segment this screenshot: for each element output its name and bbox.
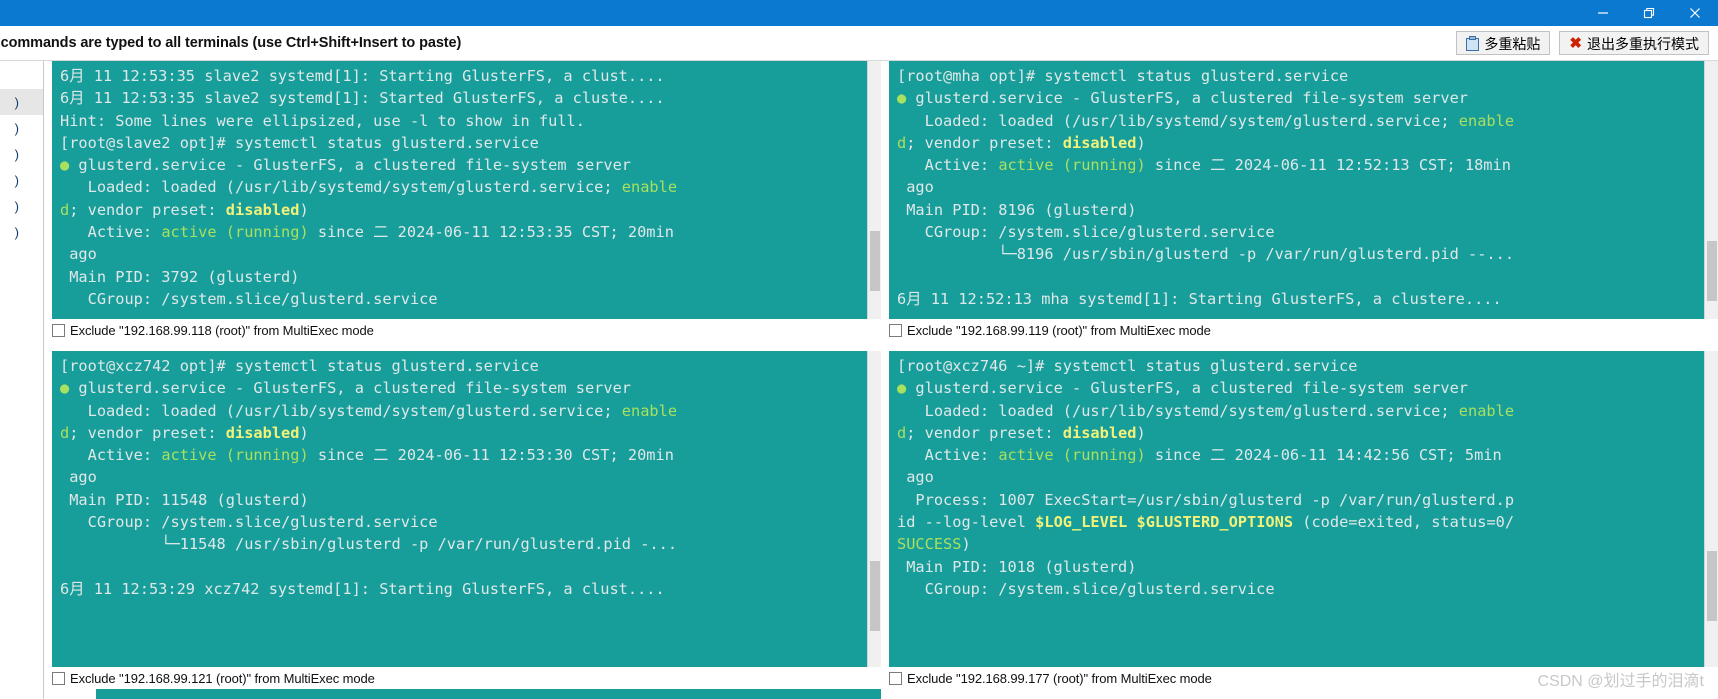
exclude-checkbox-192-168-99-121[interactable] xyxy=(52,671,65,685)
exclude-label-192-168-99-119: Exclude "192.168.99.119 (root)" from Mul… xyxy=(907,322,1211,338)
sidebar-item-5[interactable]: ) xyxy=(0,219,43,245)
sidebar-item-3[interactable]: ) xyxy=(0,167,43,193)
terminal-panel-bottom-left[interactable]: [root@xcz742 opt]# systemctl status glus… xyxy=(44,351,881,699)
sidebar-item-0[interactable]: ) xyxy=(0,89,43,115)
terminal-line: ago xyxy=(897,178,934,197)
terminal-line: 6月 11 12:53:29 xcz742 systemd[1]: Starti… xyxy=(60,579,665,598)
terminal-line: Active: active (running) since 二 2024-06… xyxy=(897,156,1511,175)
terminal-line: id --log-level $LOG_LEVEL $GLUSTERD_OPTI… xyxy=(897,513,1515,532)
red-x-icon: ✖ xyxy=(1569,34,1582,52)
terminal-line: CGroup: /system.slice/glusterd.service xyxy=(60,289,438,308)
terminal-wrap-bottom-right: [root@xcz746 ~]# systemctl status gluste… xyxy=(881,351,1718,667)
terminal-output-xcz746[interactable]: [root@xcz746 ~]# systemctl status gluste… xyxy=(889,351,1718,667)
window-restore-button[interactable] xyxy=(1626,0,1672,26)
terminal-line: CGroup: /system.slice/glusterd.service xyxy=(897,223,1275,242)
exclude-checkbox-192-168-99-119[interactable] xyxy=(889,323,902,337)
terminal-output-mha[interactable]: [root@mha opt]# systemctl status gluster… xyxy=(889,61,1718,319)
terminal-line: Main PID: 1018 (glusterd) xyxy=(897,557,1137,576)
terminal-line: CGroup: /system.slice/glusterd.service xyxy=(60,513,438,532)
terminal-line: Main PID: 11548 (glusterd) xyxy=(60,490,309,509)
session-sidebar[interactable]: ) ) ) ) ) ) xyxy=(0,61,44,699)
clipboard-icon xyxy=(1466,35,1480,51)
exclude-label-192-168-99-177: Exclude "192.168.99.177 (root)" from Mul… xyxy=(907,670,1212,686)
terminal-line: Main PID: 3792 (glusterd) xyxy=(60,267,300,286)
exclude-checkbox-192-168-99-177[interactable] xyxy=(889,671,902,685)
sidebar-item-2[interactable]: ) xyxy=(0,141,43,167)
terminal-wrap-top-right: [root@mha opt]# systemctl status gluster… xyxy=(881,61,1718,319)
terminal-line: d; vendor preset: disabled) xyxy=(60,423,309,442)
terminal-line: ago xyxy=(60,245,97,264)
terminal-line: ● glusterd.service - GlusterFS, a cluste… xyxy=(60,156,631,175)
terminal-line: ● glusterd.service - GlusterFS, a cluste… xyxy=(60,379,631,398)
terminal-line: 6月 11 12:53:35 slave2 systemd[1]: Starti… xyxy=(60,67,665,85)
terminal-line: 6月 11 12:52:13 mha systemd[1]: Starting … xyxy=(897,289,1502,308)
terminal-panel-top-right[interactable]: [root@mha opt]# systemctl status gluster… xyxy=(881,61,1718,351)
exclude-label-192-168-99-121: Exclude "192.168.99.121 (root)" from Mul… xyxy=(70,670,375,686)
multiexec-terminal-grid: 6月 11 12:53:35 slave2 systemd[1]: Starti… xyxy=(44,61,1718,699)
terminal-line: Process: 1007 ExecStart=/usr/sbin/gluste… xyxy=(897,490,1515,509)
terminal-output-slave2[interactable]: 6月 11 12:53:35 slave2 systemd[1]: Starti… xyxy=(52,61,881,319)
sidebar-item-4[interactable]: ) xyxy=(0,193,43,219)
terminal-panel-bottom-right[interactable]: [root@xcz746 ~]# systemctl status gluste… xyxy=(881,351,1718,699)
window-close-button[interactable] xyxy=(1672,0,1718,26)
terminal-scrollbar-bottom-left[interactable] xyxy=(867,351,881,667)
terminal-line: d; vendor preset: disabled) xyxy=(897,133,1146,152)
multiexec-notice-bar: : commands are typed to all terminals (u… xyxy=(0,26,1718,61)
terminal-line: 6月 11 12:53:35 slave2 systemd[1]: Starte… xyxy=(60,89,665,108)
terminal-line: Loaded: loaded (/usr/lib/systemd/system/… xyxy=(60,401,678,420)
window-minimize-button[interactable] xyxy=(1580,0,1626,26)
horizontal-scroll-stub[interactable] xyxy=(96,689,881,699)
terminal-line: Loaded: loaded (/usr/lib/systemd/system/… xyxy=(897,401,1515,420)
terminal-line: └─8196 /usr/sbin/glusterd -p /var/run/gl… xyxy=(897,245,1515,264)
exit-multiexec-label: 退出多重执行模式 xyxy=(1587,36,1699,52)
multiexec-notice-text: : commands are typed to all terminals (u… xyxy=(0,35,462,51)
terminal-line: ● glusterd.service - GlusterFS, a cluste… xyxy=(897,89,1468,108)
terminal-line: [root@slave2 opt]# systemctl status glus… xyxy=(60,133,539,152)
window-title-bar xyxy=(0,0,1718,26)
terminal-line: Loaded: loaded (/usr/lib/systemd/system/… xyxy=(60,178,678,197)
terminal-line: Loaded: loaded (/usr/lib/systemd/system/… xyxy=(897,111,1515,130)
terminal-line: Main PID: 8196 (glusterd) xyxy=(897,200,1137,219)
terminal-line: └─11548 /usr/sbin/glusterd -p /var/run/g… xyxy=(60,535,678,554)
exclude-row-top-left[interactable]: Exclude "192.168.99.118 (root)" from Mul… xyxy=(44,319,881,341)
terminal-line: [root@xcz742 opt]# systemctl status glus… xyxy=(60,357,539,375)
terminal-line: SUCCESS) xyxy=(897,535,971,554)
exclude-checkbox-192-168-99-118[interactable] xyxy=(52,323,65,337)
exit-multiexec-button[interactable]: ✖ 退出多重执行模式 xyxy=(1559,31,1709,55)
terminal-line: ago xyxy=(897,468,934,487)
sidebar-item-1[interactable]: ) xyxy=(0,115,43,141)
terminal-line: CGroup: /system.slice/glusterd.service xyxy=(897,579,1275,598)
exclude-label-192-168-99-118: Exclude "192.168.99.118 (root)" from Mul… xyxy=(70,322,374,338)
terminal-line: d; vendor preset: disabled) xyxy=(60,200,309,219)
terminal-line: Active: active (running) since 二 2024-06… xyxy=(60,446,674,465)
terminal-line: ● glusterd.service - GlusterFS, a cluste… xyxy=(897,379,1468,398)
multi-paste-label: 多重粘贴 xyxy=(1484,36,1541,52)
terminal-line: [root@xcz746 ~]# systemctl status gluste… xyxy=(897,357,1358,375)
terminal-line: d; vendor preset: disabled) xyxy=(897,423,1146,442)
terminal-line: Active: active (running) since 二 2024-06… xyxy=(60,223,674,242)
exclude-row-bottom-left[interactable]: Exclude "192.168.99.121 (root)" from Mul… xyxy=(44,667,881,689)
terminal-line: ago xyxy=(60,468,97,487)
terminal-line: Hint: Some lines were ellipsized, use -l… xyxy=(60,111,585,130)
terminal-line: Active: active (running) since 二 2024-06… xyxy=(897,446,1502,465)
terminal-output-xcz742[interactable]: [root@xcz742 opt]# systemctl status glus… xyxy=(52,351,881,667)
csdn-watermark: CSDN @划过手的泪滴t xyxy=(1537,673,1704,690)
terminal-wrap-bottom-left: [root@xcz742 opt]# systemctl status glus… xyxy=(44,351,881,667)
terminal-scrollbar-top-left[interactable] xyxy=(867,61,881,319)
terminal-wrap-top-left: 6月 11 12:53:35 slave2 systemd[1]: Starti… xyxy=(44,61,881,319)
multi-paste-button[interactable]: 多重粘贴 xyxy=(1456,31,1551,55)
exclude-row-top-right[interactable]: Exclude "192.168.99.119 (root)" from Mul… xyxy=(881,319,1718,341)
terminal-scrollbar-bottom-right[interactable] xyxy=(1704,351,1718,667)
terminal-line: [root@mha opt]# systemctl status gluster… xyxy=(897,67,1349,85)
terminal-panel-top-left[interactable]: 6月 11 12:53:35 slave2 systemd[1]: Starti… xyxy=(44,61,881,351)
terminal-scrollbar-top-right[interactable] xyxy=(1704,61,1718,319)
